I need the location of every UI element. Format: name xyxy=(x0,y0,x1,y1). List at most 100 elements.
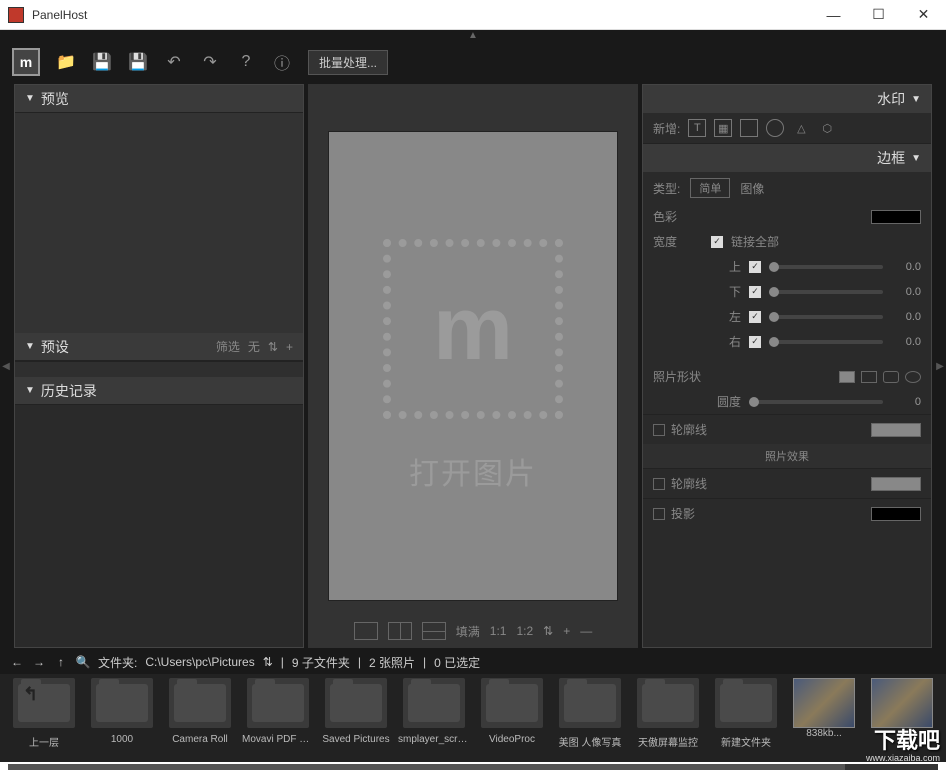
radius-slider[interactable] xyxy=(749,400,883,404)
outline-row2: 轮廓线 xyxy=(643,468,931,498)
minimize-button[interactable]: — xyxy=(811,0,856,30)
zoom-in-icon[interactable]: + xyxy=(563,624,570,638)
preset-header[interactable]: ▼ 预设 筛选 无 ⇅ + xyxy=(15,333,303,361)
left-slider[interactable] xyxy=(769,315,883,319)
shape-rect[interactable] xyxy=(839,371,855,383)
outline2-checkbox[interactable] xyxy=(653,478,665,490)
thumb-folder[interactable]: 1000 xyxy=(86,678,158,758)
add-hexagon-icon[interactable]: ⬡ xyxy=(818,119,836,137)
bottom-label: 下 xyxy=(711,283,741,300)
ratio-1-2[interactable]: 1:2 xyxy=(516,624,533,638)
add-label: 新增: xyxy=(653,120,680,137)
add-text-icon[interactable]: T xyxy=(688,119,706,137)
add-preset-icon[interactable]: + xyxy=(286,340,293,354)
type-image-button[interactable]: 图像 xyxy=(740,180,764,197)
fill-label[interactable]: 填满 xyxy=(456,623,480,640)
thumb-label: Movavi PDF E... xyxy=(242,734,314,745)
thumb-scrollbar[interactable] xyxy=(8,764,938,770)
border-header[interactable]: 边框 ▼ xyxy=(643,144,931,172)
collapse-left[interactable]: ◀ xyxy=(0,82,12,650)
redo-icon[interactable]: ↷ xyxy=(200,52,220,72)
zoom-out-icon[interactable]: — xyxy=(580,624,592,638)
layout-single-icon[interactable] xyxy=(354,622,378,640)
collapse-right[interactable]: ▶ xyxy=(934,82,946,650)
photo-icon xyxy=(871,678,933,728)
history-header[interactable]: ▼ 历史记录 xyxy=(15,377,303,405)
bottom-slider[interactable] xyxy=(769,290,883,294)
chevron-down-icon: ▼ xyxy=(25,93,35,104)
thumb-folder[interactable]: Movavi PDF E... xyxy=(242,678,314,758)
chevron-down-icon: ▼ xyxy=(911,94,921,105)
layout-split-v-icon[interactable] xyxy=(388,622,412,640)
thumb-folder[interactable]: 新建文件夹 xyxy=(710,678,782,758)
collapse-top[interactable]: ▲ xyxy=(0,30,946,42)
thumb-label: 新建文件夹 xyxy=(710,734,782,749)
save-icon[interactable]: 💾 xyxy=(92,52,112,72)
shadow-checkbox[interactable] xyxy=(653,508,665,520)
add-triangle-icon[interactable]: △ xyxy=(792,119,810,137)
thumb-folder[interactable]: VideoProc xyxy=(476,678,548,758)
filter-value[interactable]: 无 xyxy=(248,338,260,355)
left-row: 左 ✓ 0.0 xyxy=(643,304,931,329)
nav-up-icon[interactable]: ↑ xyxy=(54,655,68,669)
left-checkbox[interactable]: ✓ xyxy=(749,311,761,323)
folder-icon xyxy=(247,678,309,728)
outline-swatch[interactable] xyxy=(871,423,921,437)
thumb-folder[interactable]: smplayer_scre... xyxy=(398,678,470,758)
logo-icon[interactable]: m xyxy=(12,48,40,76)
thumb-folder[interactable]: 美图 人像写真 xyxy=(554,678,626,758)
watermark-header[interactable]: 水印 ▼ xyxy=(643,85,931,113)
shape-rounded[interactable] xyxy=(883,371,899,383)
color-swatch[interactable] xyxy=(871,210,921,224)
status-bar: ← → ↑ 🔍 文件夹: C:\Users\pc\Pictures ⇅ | 9 … xyxy=(0,650,946,674)
folder-icon: ↰ xyxy=(13,678,75,728)
center-panel: m 打开图片 填满 1:1 1:2 ⇅ + — xyxy=(308,84,638,648)
thumb-up[interactable]: ↰上一层 xyxy=(8,678,80,758)
folder-icon xyxy=(481,678,543,728)
add-image-icon[interactable]: ▦ xyxy=(714,119,732,137)
type-simple-button[interactable]: 简单 xyxy=(690,178,730,198)
layout-split-h-icon[interactable] xyxy=(422,622,446,640)
path-updown-icon[interactable]: ⇅ xyxy=(263,655,273,669)
thumb-label: Saved Pictures xyxy=(320,734,392,745)
help-icon[interactable]: ? xyxy=(236,52,256,72)
link-all-checkbox[interactable]: ✓ xyxy=(711,236,723,248)
watermark-label: 水印 xyxy=(877,89,905,109)
batch-button[interactable]: 批量处理... xyxy=(308,50,388,75)
open-folder-icon[interactable]: 📁 xyxy=(56,52,76,72)
preview-header[interactable]: ▼ 预览 xyxy=(15,85,303,113)
outline2-label: 轮廓线 xyxy=(671,475,707,492)
ratio-1-1[interactable]: 1:1 xyxy=(490,624,507,638)
filter-updown-icon[interactable]: ⇅ xyxy=(268,340,278,354)
add-circle-icon[interactable] xyxy=(766,119,784,137)
top-checkbox[interactable]: ✓ xyxy=(749,261,761,273)
right-checkbox[interactable]: ✓ xyxy=(749,336,761,348)
add-square-icon[interactable] xyxy=(740,119,758,137)
search-icon[interactable]: 🔍 xyxy=(76,655,90,669)
canvas-placeholder[interactable]: m 打开图片 xyxy=(328,131,618,601)
nav-forward-icon[interactable]: → xyxy=(32,655,46,669)
zoom-updown-icon[interactable]: ⇅ xyxy=(543,624,553,638)
shape-square[interactable] xyxy=(861,371,877,383)
shadow-swatch[interactable] xyxy=(871,507,921,521)
right-slider[interactable] xyxy=(769,340,883,344)
close-button[interactable]: ✕ xyxy=(901,0,946,30)
outline-checkbox[interactable] xyxy=(653,424,665,436)
thumb-folder[interactable]: Camera Roll xyxy=(164,678,236,758)
info-icon[interactable]: ⓘ xyxy=(272,52,292,72)
nav-back-icon[interactable]: ← xyxy=(10,655,24,669)
thumb-folder[interactable]: 天傲屏幕监控 xyxy=(632,678,704,758)
thumb-label: 美图 人像写真 xyxy=(554,734,626,749)
folder-path[interactable]: C:\Users\pc\Pictures xyxy=(145,655,254,669)
bottom-checkbox[interactable]: ✓ xyxy=(749,286,761,298)
thumb-photo[interactable]: 838kb... xyxy=(788,678,860,758)
top-slider[interactable] xyxy=(769,265,883,269)
undo-icon[interactable]: ↶ xyxy=(164,52,184,72)
app-icon xyxy=(8,7,24,23)
save-as-icon[interactable]: 💾 xyxy=(128,52,148,72)
outline2-swatch[interactable] xyxy=(871,477,921,491)
site-watermark: 下载吧 xyxy=(874,723,940,755)
thumb-folder[interactable]: Saved Pictures xyxy=(320,678,392,758)
maximize-button[interactable]: ☐ xyxy=(856,0,901,30)
shape-oval[interactable] xyxy=(905,371,921,383)
